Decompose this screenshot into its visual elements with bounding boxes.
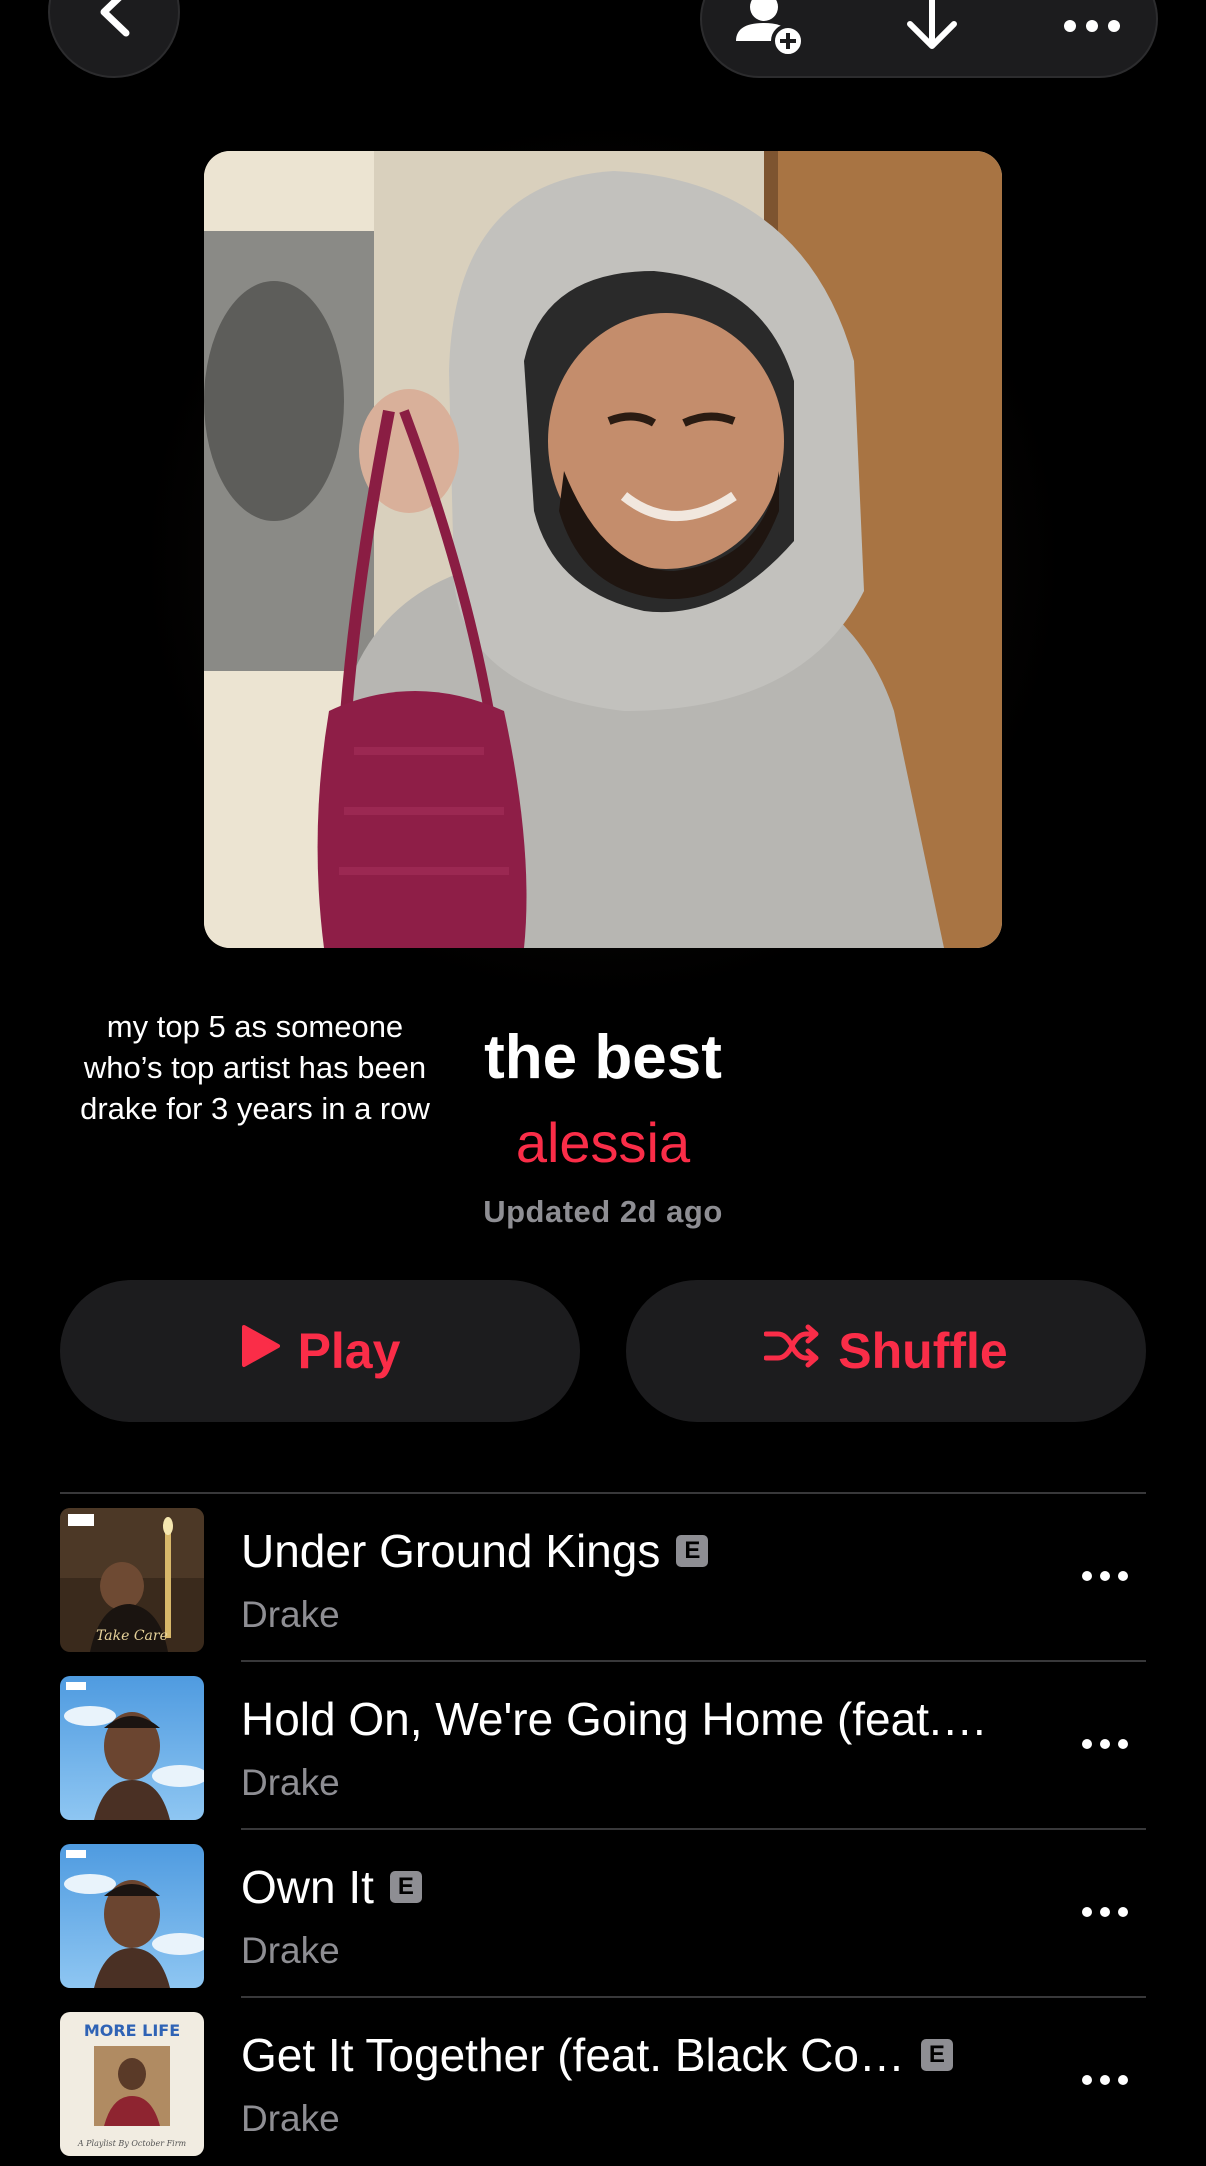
curator-link[interactable]: alessia <box>0 1110 1206 1175</box>
download-icon <box>904 0 960 61</box>
shuffle-button[interactable]: Shuffle <box>626 1280 1146 1422</box>
track-row[interactable]: Hold On, We're Going Home (feat.… Drake <box>0 1662 1206 1830</box>
back-button[interactable] <box>48 0 180 78</box>
track-row[interactable]: MORE LIFE A Playlist By October Firm Get… <box>0 1998 1206 2166</box>
track-artist: Drake <box>241 1594 340 1635</box>
updated-timestamp: Updated 2d ago <box>483 1194 723 1229</box>
track-artwork: MORE LIFE A Playlist By October Firm <box>60 2012 204 2156</box>
download-button[interactable] <box>892 0 972 58</box>
track-more-button[interactable] <box>1070 1558 1140 1598</box>
playlist-actions <box>700 0 1158 78</box>
track-row[interactable]: Take Care Under Ground Kings E Drake <box>0 1494 1206 1662</box>
play-icon <box>240 1322 280 1380</box>
track-more-button[interactable] <box>1070 1726 1140 1766</box>
add-person-icon <box>734 0 810 62</box>
explicit-badge: E <box>676 1535 709 1567</box>
track-more-button[interactable] <box>1070 1894 1140 1934</box>
shuffle-icon <box>763 1322 820 1380</box>
more-icon <box>1081 1737 1129 1755</box>
track-more-button[interactable] <box>1070 2062 1140 2102</box>
svg-text:MORE LIFE: MORE LIFE <box>84 2021 180 2040</box>
playlist-artwork[interactable] <box>204 151 1002 948</box>
track-title: Under Ground Kings <box>241 1525 661 1577</box>
track-artwork <box>60 1676 204 1820</box>
track-row[interactable]: Own It E Drake <box>0 1830 1206 1998</box>
explicit-badge: E <box>920 2039 953 2071</box>
more-icon <box>1081 1569 1129 1587</box>
track-title: Own It <box>241 1861 374 1913</box>
play-button[interactable]: Play <box>60 1280 580 1422</box>
play-label: Play <box>297 1323 401 1379</box>
more-icon <box>1081 1905 1129 1923</box>
track-artist: Drake <box>241 2098 340 2139</box>
track-title: Get It Together (feat. Black Co… <box>241 2029 905 2081</box>
chevron-left-icon <box>94 0 134 42</box>
more-options-button[interactable] <box>1052 0 1132 58</box>
track-artwork <box>60 1844 204 1988</box>
track-artwork: Take Care <box>60 1508 204 1652</box>
track-artist: Drake <box>241 1762 340 1803</box>
svg-text:Take Care: Take Care <box>96 1628 168 1644</box>
explicit-badge: E <box>389 1871 422 1903</box>
more-icon <box>1081 2073 1129 2091</box>
track-artist: Drake <box>241 1930 340 1971</box>
track-title: Hold On, We're Going Home (feat.… <box>241 1693 988 1745</box>
more-icon <box>1062 16 1122 41</box>
shuffle-label: Shuffle <box>838 1323 1008 1379</box>
playlist-title: the best <box>484 1023 722 1092</box>
add-collaborator-button[interactable] <box>732 0 812 58</box>
